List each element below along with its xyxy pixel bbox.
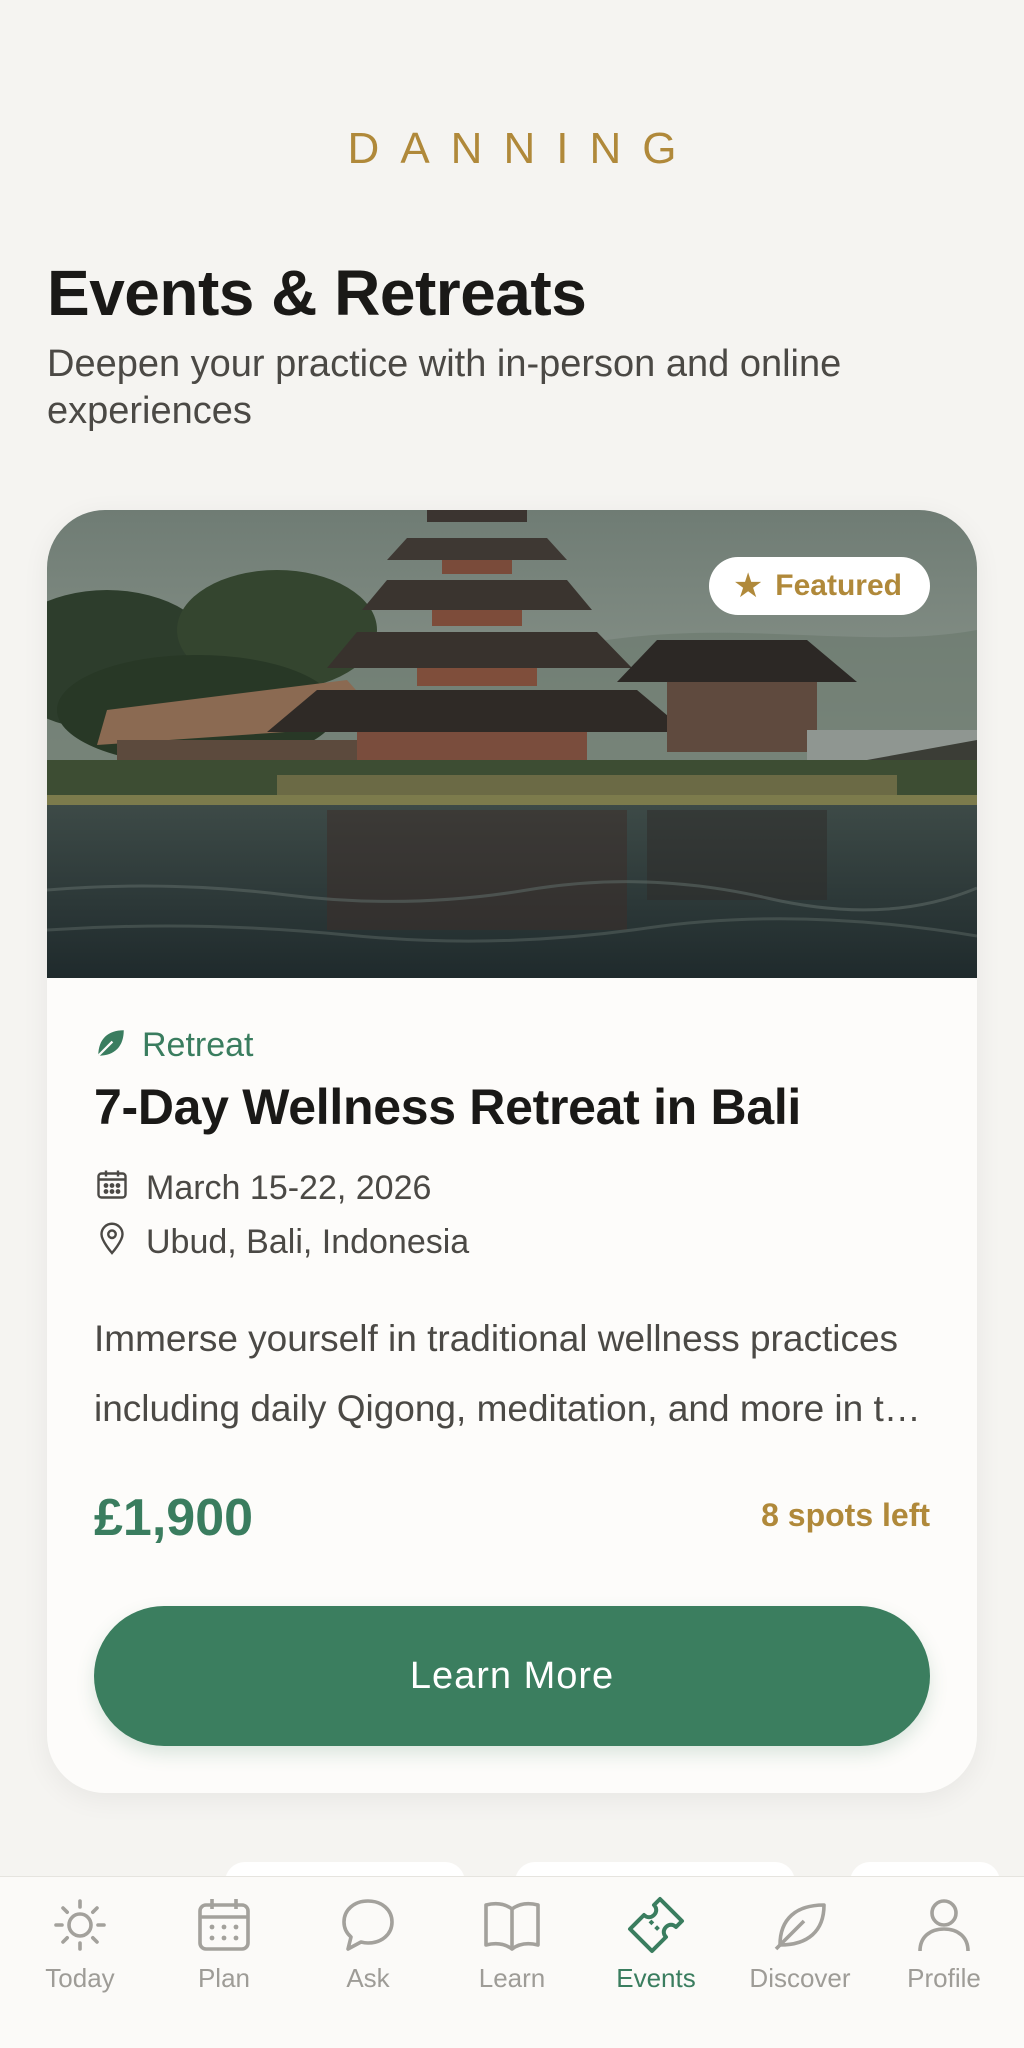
tab-profile[interactable]: Profile: [874, 1893, 1014, 2048]
chat-bubble-icon: [342, 1899, 394, 1951]
location-pin-icon: [94, 1220, 130, 1265]
event-location: Ubud, Bali, Indonesia: [146, 1223, 470, 1261]
person-icon: [918, 1899, 970, 1952]
tab-learn[interactable]: Learn: [442, 1893, 582, 2048]
sun-icon: [54, 1899, 106, 1951]
event-description: Immerse yourself in traditional wellness…: [94, 1318, 925, 1429]
bottom-tab-bar: Today Plan Ask Learn Events Discover Pro…: [0, 1876, 1024, 2048]
calendar-icon: [198, 1899, 250, 1951]
event-price: £1,900: [94, 1489, 254, 1547]
events-screen: DANNING Events & Retreats Deepen your pr…: [0, 0, 1024, 2048]
leaf-icon: [774, 1903, 826, 1951]
featured-label: Featured: [775, 569, 902, 602]
event-image: ★ Featured: [47, 510, 977, 978]
calendar-icon: [94, 1166, 130, 1211]
tab-discover[interactable]: Discover: [730, 1893, 870, 2048]
tab-label: Events: [616, 1963, 696, 1993]
event-card[interactable]: ★ Featured: [47, 510, 977, 1793]
tab-today[interactable]: Today: [10, 1893, 150, 2048]
spots-left: 8 spots left: [761, 1497, 930, 1533]
tab-events[interactable]: Events: [586, 1893, 726, 2048]
tab-plan[interactable]: Plan: [154, 1893, 294, 2048]
event-date: March 15-22, 2026: [146, 1169, 432, 1207]
star-icon: ★: [732, 567, 764, 605]
brand-logo: DANNING: [347, 124, 698, 173]
event-title: 7-Day Wellness Retreat in Bali: [94, 1079, 802, 1135]
event-category: Retreat: [94, 1026, 254, 1065]
ticket-icon: [628, 1897, 684, 1953]
tab-label: Today: [45, 1963, 115, 1993]
learn-more-button[interactable]: Learn More: [94, 1606, 930, 1746]
open-book-icon: [484, 1902, 540, 1951]
tab-label: Ask: [346, 1963, 390, 1993]
page-subtitle: Deepen your practice with in-person and …: [47, 343, 842, 432]
leaf-icon: [94, 1026, 128, 1065]
event-location-row: Ubud, Bali, Indonesia: [94, 1220, 469, 1265]
tab-ask[interactable]: Ask: [298, 1893, 438, 2048]
tab-label: Profile: [907, 1963, 981, 1993]
tab-label: Plan: [197, 1963, 251, 1993]
tab-label: Learn: [478, 1963, 546, 1993]
event-date-row: March 15-22, 2026: [94, 1166, 431, 1211]
featured-badge: ★ Featured: [708, 557, 930, 615]
page-title: Events & Retreats: [47, 257, 587, 329]
tab-label: Discover: [749, 1963, 851, 1993]
category-label: Retreat: [142, 1026, 254, 1064]
